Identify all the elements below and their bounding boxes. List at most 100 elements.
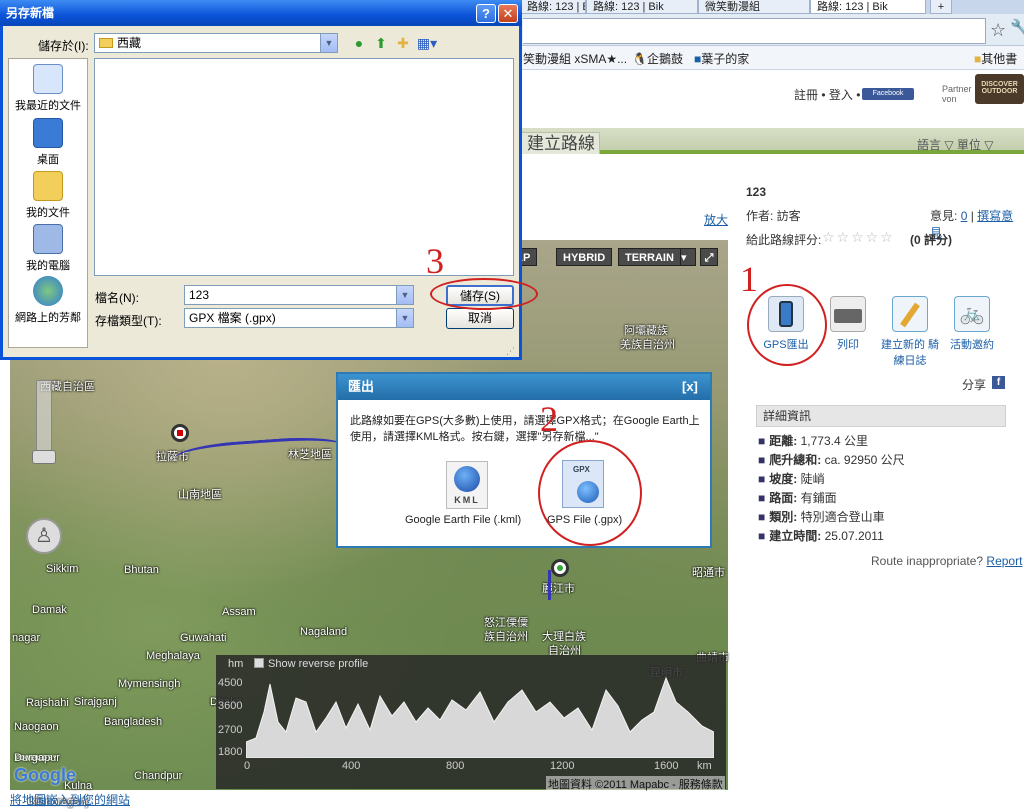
browser-tab[interactable]: 路線: 123 | Bik — [586, 0, 698, 14]
desktop-icon — [33, 118, 63, 148]
close-button[interactable]: ✕ — [498, 4, 518, 23]
tab-build-route[interactable]: 建立路線 — [520, 132, 600, 154]
place-desktop[interactable]: 桌面 — [8, 118, 88, 167]
bookmark-folder[interactable]: ■其他書 — [974, 50, 1017, 67]
map-copyright[interactable]: 地圖資料 ©2011 Mapabc - 服務條款 — [546, 776, 725, 792]
annotation-circle — [430, 278, 538, 310]
filename-input[interactable]: 123 ▼ — [184, 285, 414, 305]
filetype-select[interactable]: GPX 檔案 (.gpx) ▼ — [184, 308, 414, 328]
up-folder-icon[interactable]: ⬆ — [372, 34, 390, 52]
details-header: 詳細資訊 — [756, 405, 1006, 427]
map-place-label: 山南地區 — [178, 489, 222, 501]
calendar-pencil-icon — [892, 296, 928, 332]
map-type-dropdown[interactable]: ▾ — [680, 248, 696, 266]
place-recent[interactable]: 我最近的文件 — [8, 64, 88, 113]
map-place-label: nagar — [12, 632, 41, 644]
bike-calendar-icon: 🚲 — [954, 296, 990, 332]
x-tick: 0 — [244, 760, 251, 772]
chevron-down-icon: ▼ — [320, 34, 337, 52]
street-view-pegman-icon[interactable]: ♙ — [26, 518, 62, 554]
wrench-icon[interactable]: 🔧 — [1010, 18, 1024, 38]
create-training-log-button[interactable]: 建立新的 騎練日誌 — [879, 296, 941, 368]
file-list[interactable] — [94, 58, 514, 276]
cancel-button[interactable]: 取消 — [446, 308, 514, 329]
activity-invite-button[interactable]: 🚲 活動邀約 — [941, 296, 1003, 352]
place-network[interactable]: 網路上的芳鄰 — [8, 276, 88, 325]
map-type-terrain[interactable]: TERRAIN — [618, 248, 681, 266]
help-button[interactable]: ? — [476, 4, 496, 23]
distance-unit: km — [697, 760, 712, 772]
reverse-profile-label[interactable]: Show reverse profile — [268, 658, 368, 670]
map-place-label: Nagaland — [300, 626, 348, 638]
map-place-label: Rajshahi — [26, 697, 69, 709]
map-place-label: Bhutan — [124, 564, 159, 576]
facebook-button[interactable]: Facebook — [862, 88, 914, 100]
map-place-label: Sirajganj — [74, 696, 117, 708]
bookmark-item[interactable]: 🐧企鵝鼓 — [632, 50, 683, 67]
save-dialog-title: 另存新檔 — [0, 0, 522, 26]
facebook-icon[interactable]: f — [992, 376, 1005, 389]
annotation-circle — [747, 284, 827, 366]
kml-download-link[interactable]: Google Earth File (.kml) — [405, 514, 521, 526]
bookmark-star-icon[interactable]: ☆ — [990, 20, 1006, 41]
map-place-label: 族自治州 — [484, 631, 528, 643]
place-my-documents[interactable]: 我的文件 — [8, 171, 88, 220]
export-close-button[interactable]: [x] — [682, 374, 698, 400]
filename-label: 檔名(N): — [95, 291, 139, 305]
map-place-label: Bangladesh — [104, 716, 163, 728]
tab-label: 路線: 123 | Bik — [817, 1, 888, 13]
chevron-down-icon: ▼ — [396, 309, 413, 327]
embed-map-link[interactable]: 將地圖嵌入到您的網站 — [10, 791, 130, 808]
elevation-area — [246, 676, 714, 758]
share-label[interactable]: 分享 — [962, 376, 986, 393]
map-place-label: Damak — [32, 604, 67, 616]
resize-grip-icon[interactable]: ⋰ — [506, 346, 515, 357]
google-logo[interactable]: Google — [14, 765, 76, 786]
detail-row: ■ 建立時間: 25.07.2011 — [758, 529, 884, 543]
x-tick: 1600 — [654, 760, 679, 772]
map-type-hybrid[interactable]: HYBRID — [556, 248, 613, 266]
zoom-slider[interactable] — [36, 380, 52, 460]
login-register-links[interactable]: 註冊 • 登入 • — [794, 86, 860, 103]
annotation-number: 2 — [540, 399, 558, 439]
enlarge-map-link[interactable]: 放大 — [704, 211, 728, 228]
rating-stars[interactable]: ☆☆☆☆☆ — [822, 229, 895, 246]
y-tick: 3600 — [218, 700, 243, 712]
printer-icon — [830, 296, 866, 332]
tab-label: 微笑動漫組 — [705, 1, 760, 13]
annotation-number: 1 — [740, 259, 758, 299]
address-bar[interactable] — [523, 18, 986, 44]
annotation-circle — [538, 440, 642, 546]
partner-label: Partner von — [942, 84, 972, 104]
reverse-profile-checkbox[interactable] — [254, 658, 264, 668]
browser-tab[interactable]: 微笑動漫組 — [698, 0, 810, 14]
save-in-select[interactable]: 西藏 ▼ — [94, 33, 338, 53]
new-folder-icon[interactable]: ✚ — [394, 34, 412, 52]
new-tab-button[interactable]: + — [930, 0, 952, 14]
discover-outdoor-logo[interactable]: DISCOVER OUTDOOR — [975, 74, 1024, 104]
chevron-down-icon: ▼ — [396, 286, 413, 304]
kml-file-icon[interactable]: KML — [446, 461, 488, 509]
browser-tab-active[interactable]: 路線: 123 | Bik — [810, 0, 926, 14]
place-my-computer[interactable]: 我的電腦 — [8, 224, 88, 273]
browser-tab[interactable]: 路線: 123 | Bik — [520, 0, 586, 14]
x-tick: 400 — [342, 760, 361, 772]
zoom-handle[interactable] — [32, 450, 56, 464]
recent-docs-icon — [33, 64, 63, 94]
annotation-number: 3 — [426, 241, 444, 281]
fullscreen-icon[interactable]: ⤢ — [700, 248, 718, 266]
language-unit-menu[interactable]: 語言 ▽ 單位 ▽ — [917, 136, 993, 153]
bookmark-item[interactable]: ■葉子的家 — [694, 50, 749, 67]
report-line: Route inappropriate? Report — [871, 554, 1023, 568]
opinion-count-link[interactable]: 0 — [961, 209, 968, 223]
elevation-chart — [246, 676, 714, 758]
detail-row: ■ 坡度: 陡峭 — [758, 472, 825, 486]
export-dialog-title: 匯出 — [338, 374, 710, 400]
back-icon[interactable]: ● — [350, 34, 368, 52]
export-instructions: 此路線如要在GPS(大多數)上使用，請選擇GPX格式；在Google Earth… — [350, 415, 700, 443]
bookmark-item[interactable]: 笑動漫組 xSMA★... — [523, 50, 627, 67]
report-link[interactable]: Report — [986, 554, 1022, 568]
view-menu-icon[interactable]: ▦▾ — [416, 34, 438, 52]
route-start-marker[interactable] — [551, 559, 569, 577]
route-end-marker[interactable] — [171, 424, 189, 442]
